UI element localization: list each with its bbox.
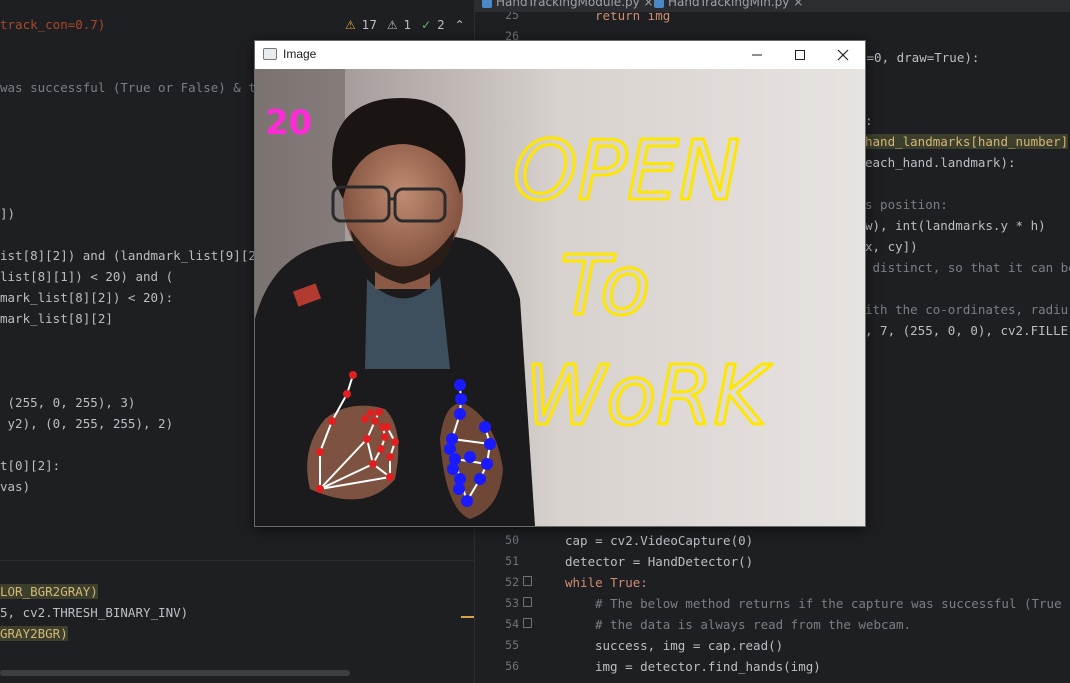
- warning-icon: ⚠: [345, 18, 356, 32]
- webcam-frame: 20 OPEN To WoRK: [255, 69, 865, 526]
- webcam-image: 20 OPEN To WoRK: [255, 69, 865, 526]
- code-line: mark_list[8][2]: [0, 311, 113, 326]
- tab-hand-tracking-min[interactable]: HandTrackingMin.py ×: [654, 0, 803, 11]
- code-line: 5, cv2.THRESH_BINARY_INV): [0, 605, 189, 620]
- code-line: s position:: [865, 197, 948, 212]
- drawing-line-3: WoRK: [525, 349, 773, 444]
- code-line: x, cy]): [865, 239, 918, 254]
- image-window[interactable]: Image 20 OPEN To WoRK: [254, 40, 866, 527]
- code-line: ]): [0, 206, 16, 221]
- code-line: distinct, so that it can be: [865, 260, 1070, 275]
- code-line: ith the co-ordinates, radiu: [865, 302, 1069, 317]
- code-line: cap = cv2.VideoCapture(0): [565, 533, 754, 548]
- code-line: while True:: [565, 575, 648, 590]
- close-icon: [837, 49, 849, 61]
- close-button[interactable]: [821, 41, 865, 69]
- code-line: mark_list[8][2]) < 20):: [0, 290, 174, 305]
- maximize-button[interactable]: [778, 41, 822, 69]
- line-number: 56: [505, 659, 519, 673]
- code-line: track_con=0.7): [0, 17, 106, 32]
- line-number: 53: [505, 596, 519, 610]
- warning-marker[interactable]: [461, 616, 474, 618]
- code-line: ist[8][2]) and (landmark_list[9][2: [0, 248, 256, 263]
- code-line: y2), (0, 255, 255), 2): [0, 416, 174, 431]
- ok-count: 2: [437, 18, 445, 32]
- code-line: r=0, draw=True):: [859, 50, 980, 65]
- window-titlebar[interactable]: Image: [255, 41, 865, 69]
- editor-tab-bar: HandTrackingModule.py × HandTrackingMin.…: [474, 0, 1070, 12]
- window-title: Image: [283, 47, 317, 61]
- inspections-widget[interactable]: ⚠ 17 ⚠ 1 ✓ 2 ⌃ ⌄: [345, 18, 474, 46]
- pane-divider: [0, 560, 474, 561]
- code-line: w), int(landmarks.y * h): [865, 218, 1046, 233]
- weak-warning-icon: ⚠: [386, 18, 398, 32]
- code-line: success, img = cap.read(): [595, 638, 784, 653]
- code-line: list[8][1]) < 20) and (: [0, 269, 174, 284]
- code-line: :: [865, 113, 873, 128]
- code-line: each_hand.landmark):: [865, 155, 1016, 170]
- code-line: vas): [0, 479, 31, 494]
- line-number: 51: [505, 554, 519, 568]
- chevron-up-icon[interactable]: ⌃: [455, 18, 465, 32]
- line-number: 50: [505, 533, 519, 547]
- code-line: # The below method returns if the captur…: [595, 596, 1062, 611]
- minimize-button[interactable]: [735, 41, 779, 69]
- fold-icon[interactable]: [523, 597, 532, 607]
- code-line: (255, 0, 255), 3): [0, 395, 136, 410]
- warnings-count: 17: [361, 18, 378, 32]
- code-line: , 7, (255, 0, 0), cv2.FILLE: [865, 323, 1069, 338]
- tab-hand-tracking-module[interactable]: HandTrackingModule.py ×: [482, 0, 654, 11]
- code-line: detector = HandDetector(): [565, 554, 754, 569]
- horizontal-scrollbar[interactable]: [0, 670, 350, 676]
- code-line: hand_landmarks[hand_number]: [865, 134, 1069, 149]
- line-number: 55: [505, 638, 519, 652]
- fps-counter: 20: [265, 103, 312, 143]
- code-line: LOR_BGR2GRAY): [0, 584, 98, 599]
- drawing-line-2: To: [560, 239, 650, 334]
- weak-warnings-count: 1: [403, 18, 412, 32]
- code-line: t[0][2]:: [0, 458, 61, 473]
- python-file-icon: [482, 0, 492, 8]
- drawing-line-1: OPEN: [513, 124, 740, 219]
- check-icon: ✓: [421, 18, 432, 32]
- code-line: img = detector.find_hands(img): [595, 659, 821, 674]
- line-number: 52: [505, 575, 519, 589]
- maximize-icon: [795, 50, 805, 60]
- line-number: 54: [505, 617, 519, 631]
- code-line: GRAY2BGR): [0, 626, 68, 641]
- fold-icon[interactable]: [523, 576, 532, 586]
- fold-icon[interactable]: [523, 618, 532, 628]
- window-app-icon: [263, 48, 277, 60]
- code-line: was successful (True or False) & t: [0, 80, 256, 95]
- minimize-icon: [752, 54, 762, 56]
- code-line: # the data is always read from the webca…: [595, 617, 912, 632]
- python-file-icon: [654, 0, 664, 8]
